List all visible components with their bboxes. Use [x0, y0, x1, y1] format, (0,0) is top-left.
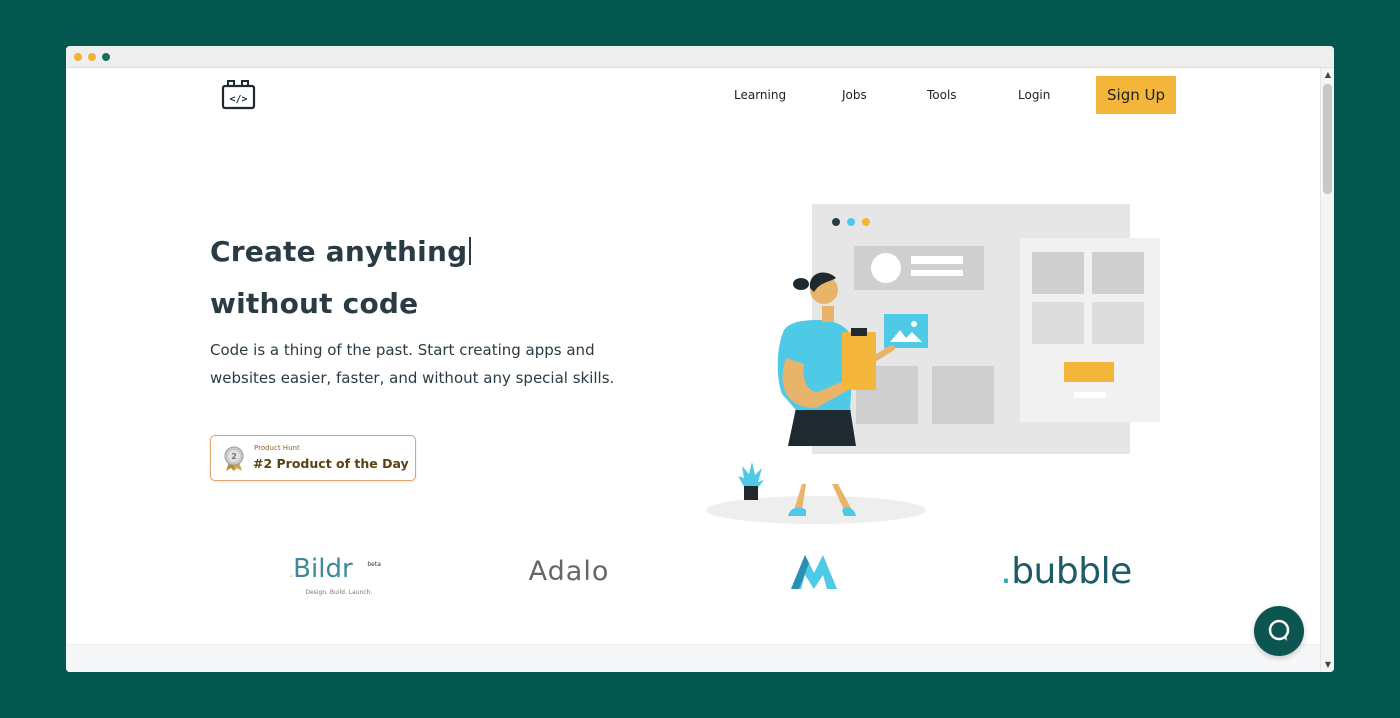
typing-cursor: [469, 237, 472, 265]
vertical-scrollbar[interactable]: ▲ ▼: [1320, 68, 1334, 672]
browser-window: </> Learning Jobs Tools Login Sign Up Cr…: [66, 46, 1334, 672]
page-content: </> Learning Jobs Tools Login Sign Up Cr…: [66, 68, 1320, 672]
nav-jobs-link[interactable]: Jobs: [842, 88, 867, 102]
scrollbar-thumb[interactable]: [1323, 84, 1332, 194]
nav-learning-link[interactable]: Learning: [734, 88, 786, 102]
svg-text:</>: </>: [229, 94, 247, 105]
next-section-band: [66, 644, 1320, 672]
window-maximize-dot[interactable]: [102, 53, 110, 61]
adalo-logo[interactable]: Adalo: [514, 546, 624, 596]
bildr-tagline: Design. Build. Launch.: [305, 589, 373, 596]
m-brand-logo-icon[interactable]: [786, 546, 842, 596]
hero-title-line-1: Create anything: [210, 226, 472, 278]
product-hunt-label: Product Hunt: [254, 444, 300, 452]
scroll-down-icon[interactable]: ▼: [1323, 660, 1333, 670]
window-close-dot[interactable]: [74, 53, 82, 61]
chat-button[interactable]: [1254, 606, 1304, 656]
hero-illustration: [706, 198, 1176, 538]
bildr-logo-text: .Bildr beta Design. Build. Launch.: [289, 556, 381, 596]
product-of-the-day-label: #2 Product of the Day: [253, 456, 409, 471]
svg-text:2: 2: [231, 452, 237, 461]
window-titlebar: [66, 46, 1334, 68]
medal-icon: 2: [223, 446, 245, 472]
code-logo-icon[interactable]: </>: [220, 79, 258, 111]
product-hunt-badge[interactable]: 2 Product Hunt #2 Product of the Day: [210, 435, 416, 481]
bubble-logo-label: bubble: [1011, 550, 1132, 592]
scroll-up-icon[interactable]: ▲: [1323, 70, 1333, 80]
bubble-logo[interactable]: . bubble: [986, 546, 1146, 596]
hero-subtitle: Code is a thing of the past. Start creat…: [210, 341, 615, 387]
bildr-logo[interactable]: .Bildr beta Design. Build. Launch.: [276, 546, 381, 596]
window-minimize-dot[interactable]: [88, 53, 96, 61]
hero-title-text-1: Create anything: [210, 235, 468, 268]
bubble-logo-dot: .: [1000, 550, 1012, 592]
bildr-beta-label: beta: [367, 561, 381, 568]
hero-title-line-2: without code: [210, 287, 419, 320]
hero-title: Create anything without code: [210, 226, 472, 330]
nav-tools-link[interactable]: Tools: [927, 88, 957, 102]
nav-login-link[interactable]: Login: [1018, 88, 1050, 102]
sign-up-button[interactable]: Sign Up: [1096, 76, 1176, 114]
chat-bubble-icon: [1268, 619, 1290, 641]
